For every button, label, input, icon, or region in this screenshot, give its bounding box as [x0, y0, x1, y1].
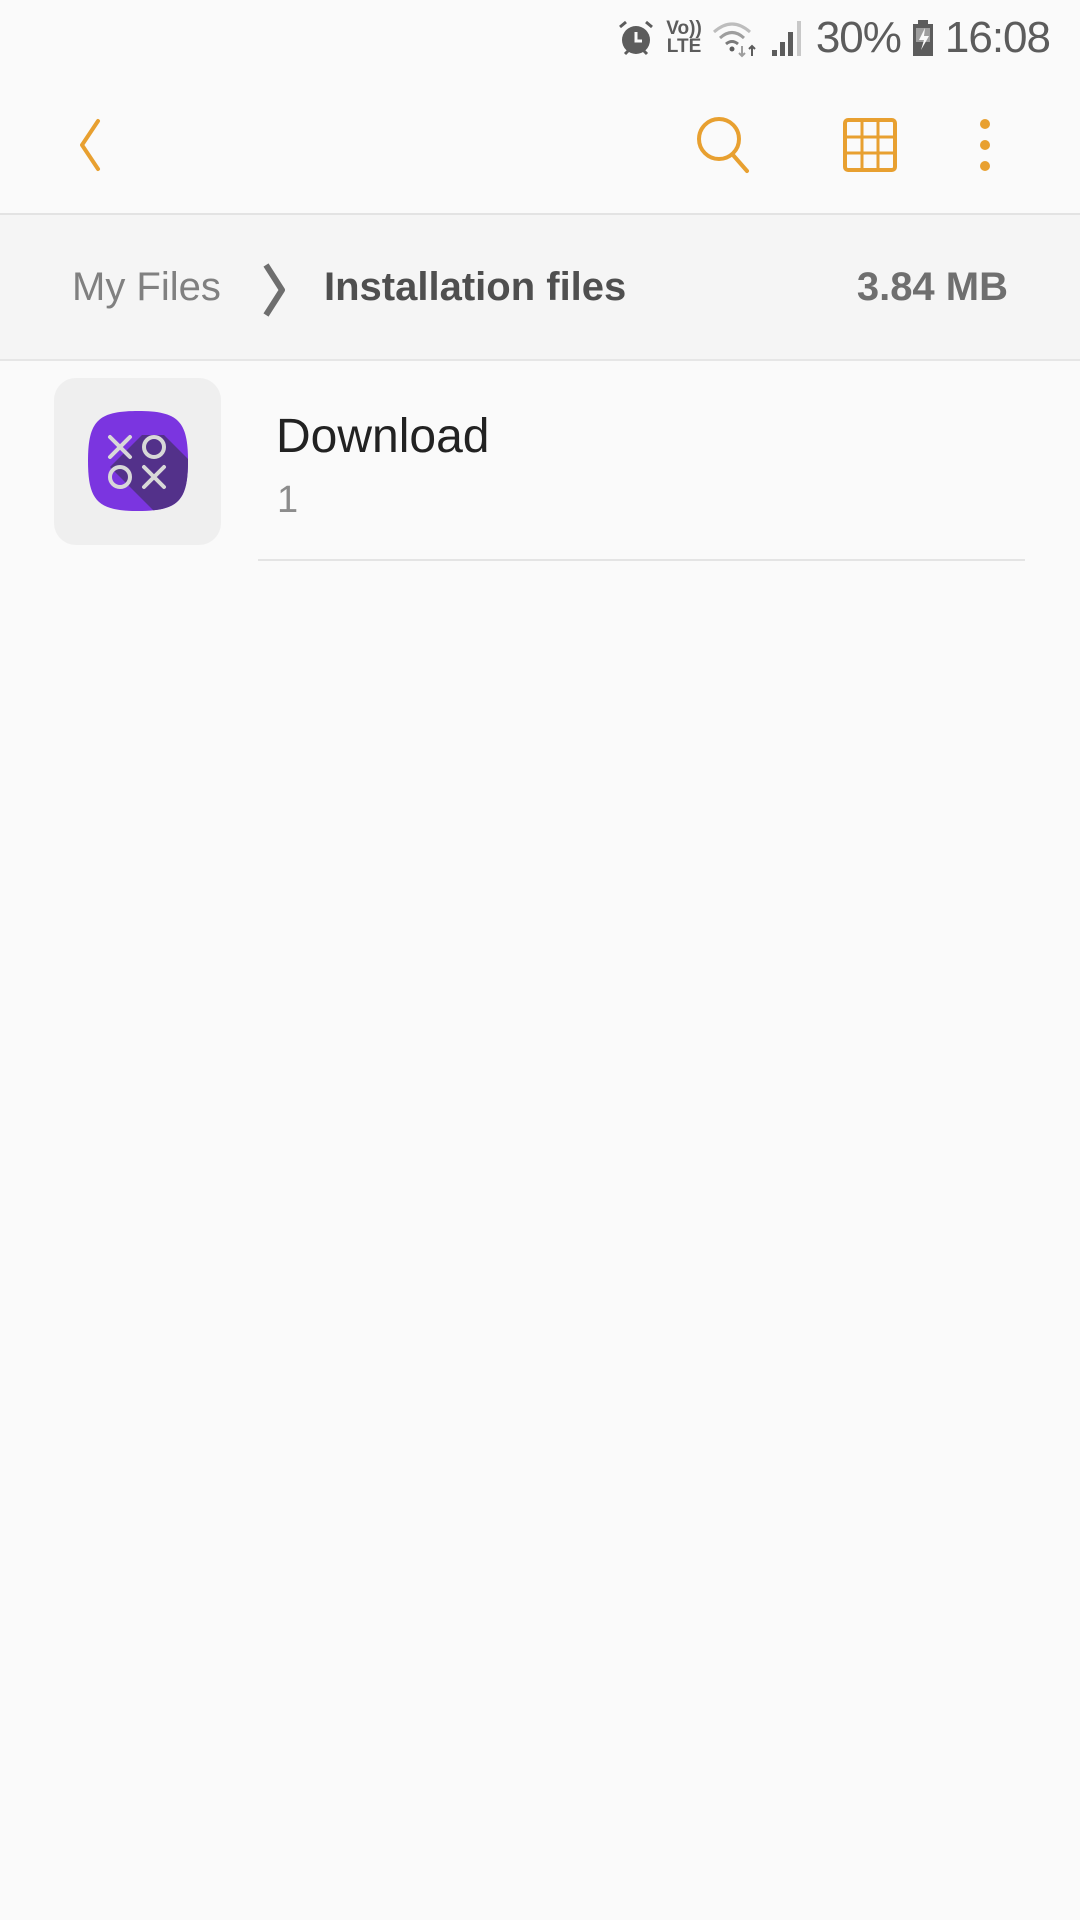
folder-thumbnail [54, 378, 221, 545]
storage-size: 3.84 MB [856, 265, 1008, 309]
status-bar: Vo)) LTE 30% 16:08 [0, 0, 1080, 75]
battery-charging-icon [911, 18, 935, 58]
app-bar [0, 75, 1080, 214]
volte-indicator: Vo)) LTE [666, 19, 702, 57]
more-options-button[interactable] [955, 105, 1015, 185]
signal-icon [770, 18, 806, 58]
back-arrow-icon [80, 119, 100, 171]
grid-view-button[interactable] [825, 105, 915, 185]
search-icon [697, 117, 749, 173]
list-item[interactable]: Download 1 [0, 361, 1080, 561]
clock: 16:08 [944, 12, 1051, 62]
wifi-icon [712, 18, 760, 58]
alarm-icon [616, 18, 656, 58]
folder-name: Download [276, 410, 490, 463]
grid-view-icon [843, 118, 897, 172]
back-button[interactable] [55, 105, 125, 185]
breadcrumb: My Files Installation files 3.84 MB [0, 215, 1080, 359]
tic-tac-toe-app-icon [88, 411, 188, 511]
battery-percent: 30% [815, 12, 902, 62]
chevron-right-icon [263, 263, 285, 317]
row-divider [258, 559, 1025, 561]
more-vert-icon [980, 119, 990, 171]
lte-label: LTE [666, 35, 702, 57]
search-button[interactable] [680, 105, 770, 185]
breadcrumb-current-folder: Installation files [324, 265, 627, 309]
folder-item-count: 1 [277, 479, 299, 521]
breadcrumb-my-files[interactable]: My Files [72, 265, 221, 310]
